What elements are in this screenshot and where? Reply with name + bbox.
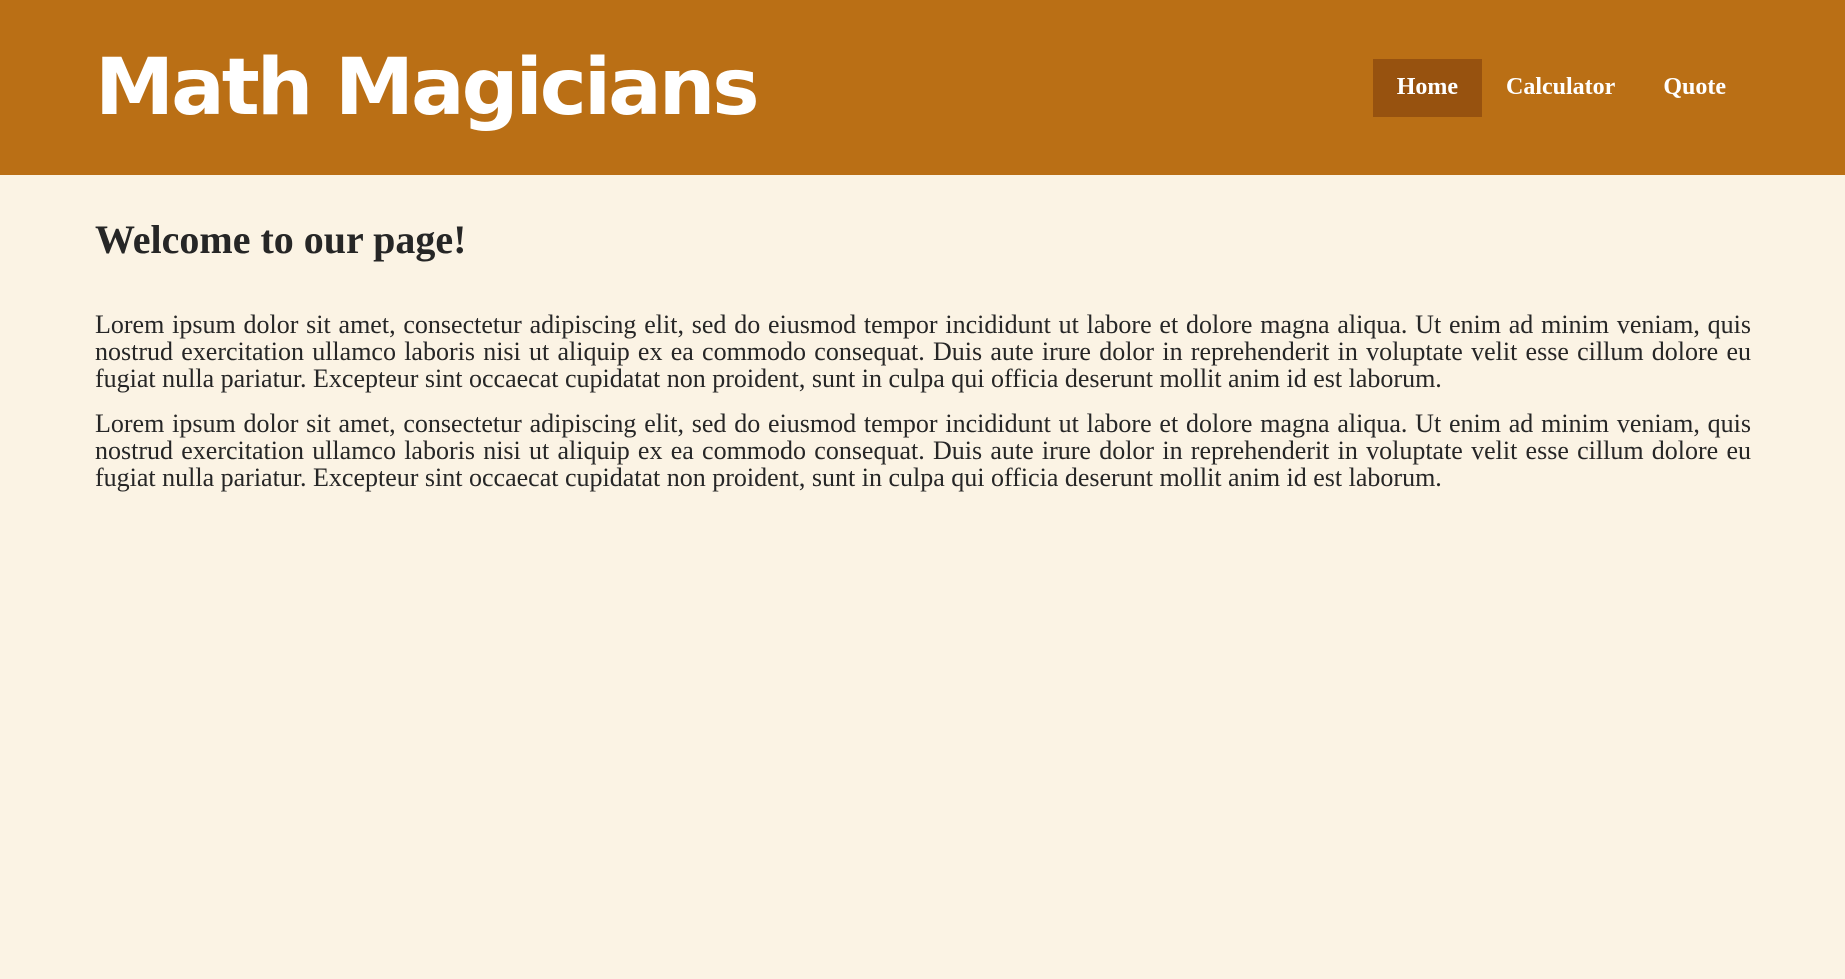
site-header: Math Magicians Home Calculator Quote [0, 0, 1845, 175]
page-title: Welcome to our page! [95, 217, 467, 262]
site-logo: Math Magicians [95, 42, 760, 133]
main-navigation: Home Calculator Quote [1372, 58, 1750, 117]
nav-home-link[interactable]: Home [1372, 58, 1483, 117]
nav-quote-link[interactable]: Quote [1639, 59, 1750, 117]
lorem-paragraph-1: Lorem ipsum dolor sit amet, consectetur … [95, 310, 1751, 393]
main-content: Welcome to our page! Lorem ipsum dolor s… [0, 175, 1845, 491]
lorem-paragraph-2: Lorem ipsum dolor sit amet, consectetur … [95, 409, 1751, 492]
nav-calculator-link[interactable]: Calculator [1482, 59, 1639, 117]
